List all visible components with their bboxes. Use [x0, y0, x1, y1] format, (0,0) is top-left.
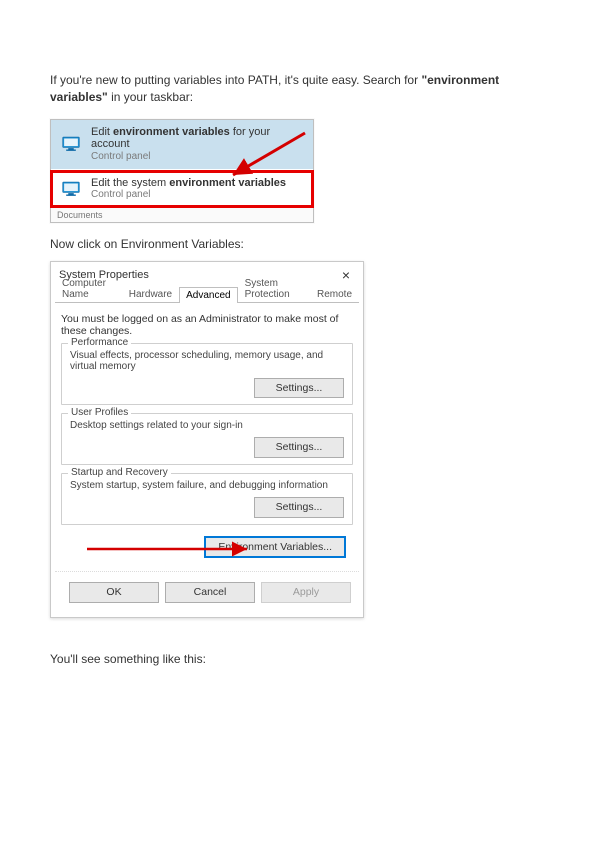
startup-settings-button[interactable]: Settings...	[254, 497, 344, 518]
search-result-1-text: Edit the system environment variables Co…	[91, 177, 286, 201]
apply-button[interactable]: Apply	[261, 582, 351, 603]
tab-computer-name[interactable]: Computer Name	[55, 275, 122, 302]
user-profiles-settings-button[interactable]: Settings...	[254, 437, 344, 458]
tab-strip: Computer Name Hardware Advanced System P…	[55, 284, 359, 303]
group-startup-recovery: Startup and Recovery System startup, sys…	[61, 473, 353, 525]
step-3-text: You'll see something like this:	[50, 652, 550, 666]
group-desc: Desktop settings related to your sign-in	[70, 420, 344, 431]
group-desc: Visual effects, processor scheduling, me…	[70, 350, 344, 372]
tab-system-protection[interactable]: System Protection	[238, 275, 310, 302]
group-legend: Performance	[68, 337, 131, 348]
monitor-icon	[59, 177, 83, 201]
group-desc: System startup, system failure, and debu…	[70, 480, 344, 491]
group-user-profiles: User Profiles Desktop settings related t…	[61, 413, 353, 465]
group-legend: Startup and Recovery	[68, 467, 171, 478]
tab-remote[interactable]: Remote	[310, 286, 359, 302]
search-results: Edit environment variables for your acco…	[50, 119, 314, 223]
tab-hardware[interactable]: Hardware	[122, 286, 179, 302]
cancel-button[interactable]: Cancel	[165, 582, 255, 603]
intro-text: If you're new to putting variables into …	[50, 72, 550, 107]
tab-advanced[interactable]: Advanced	[179, 287, 237, 303]
admin-hint: You must be logged on as an Administrato…	[61, 313, 353, 337]
environment-variables-button[interactable]: Environment Variables...	[205, 537, 345, 558]
search-group-documents: Documents	[51, 207, 313, 222]
group-legend: User Profiles	[68, 407, 131, 418]
search-result-1[interactable]: Edit the system environment variables Co…	[51, 171, 313, 207]
search-result-0[interactable]: Edit environment variables for your acco…	[51, 120, 313, 169]
system-properties-dialog: System Properties × Computer Name Hardwa…	[50, 261, 364, 618]
step-2-text: Now click on Environment Variables:	[50, 237, 550, 251]
monitor-icon	[59, 132, 83, 156]
performance-settings-button[interactable]: Settings...	[254, 378, 344, 399]
search-result-0-text: Edit environment variables for your acco…	[91, 126, 305, 163]
ok-button[interactable]: OK	[69, 582, 159, 603]
close-icon[interactable]: ×	[337, 268, 355, 282]
group-performance: Performance Visual effects, processor sc…	[61, 343, 353, 406]
